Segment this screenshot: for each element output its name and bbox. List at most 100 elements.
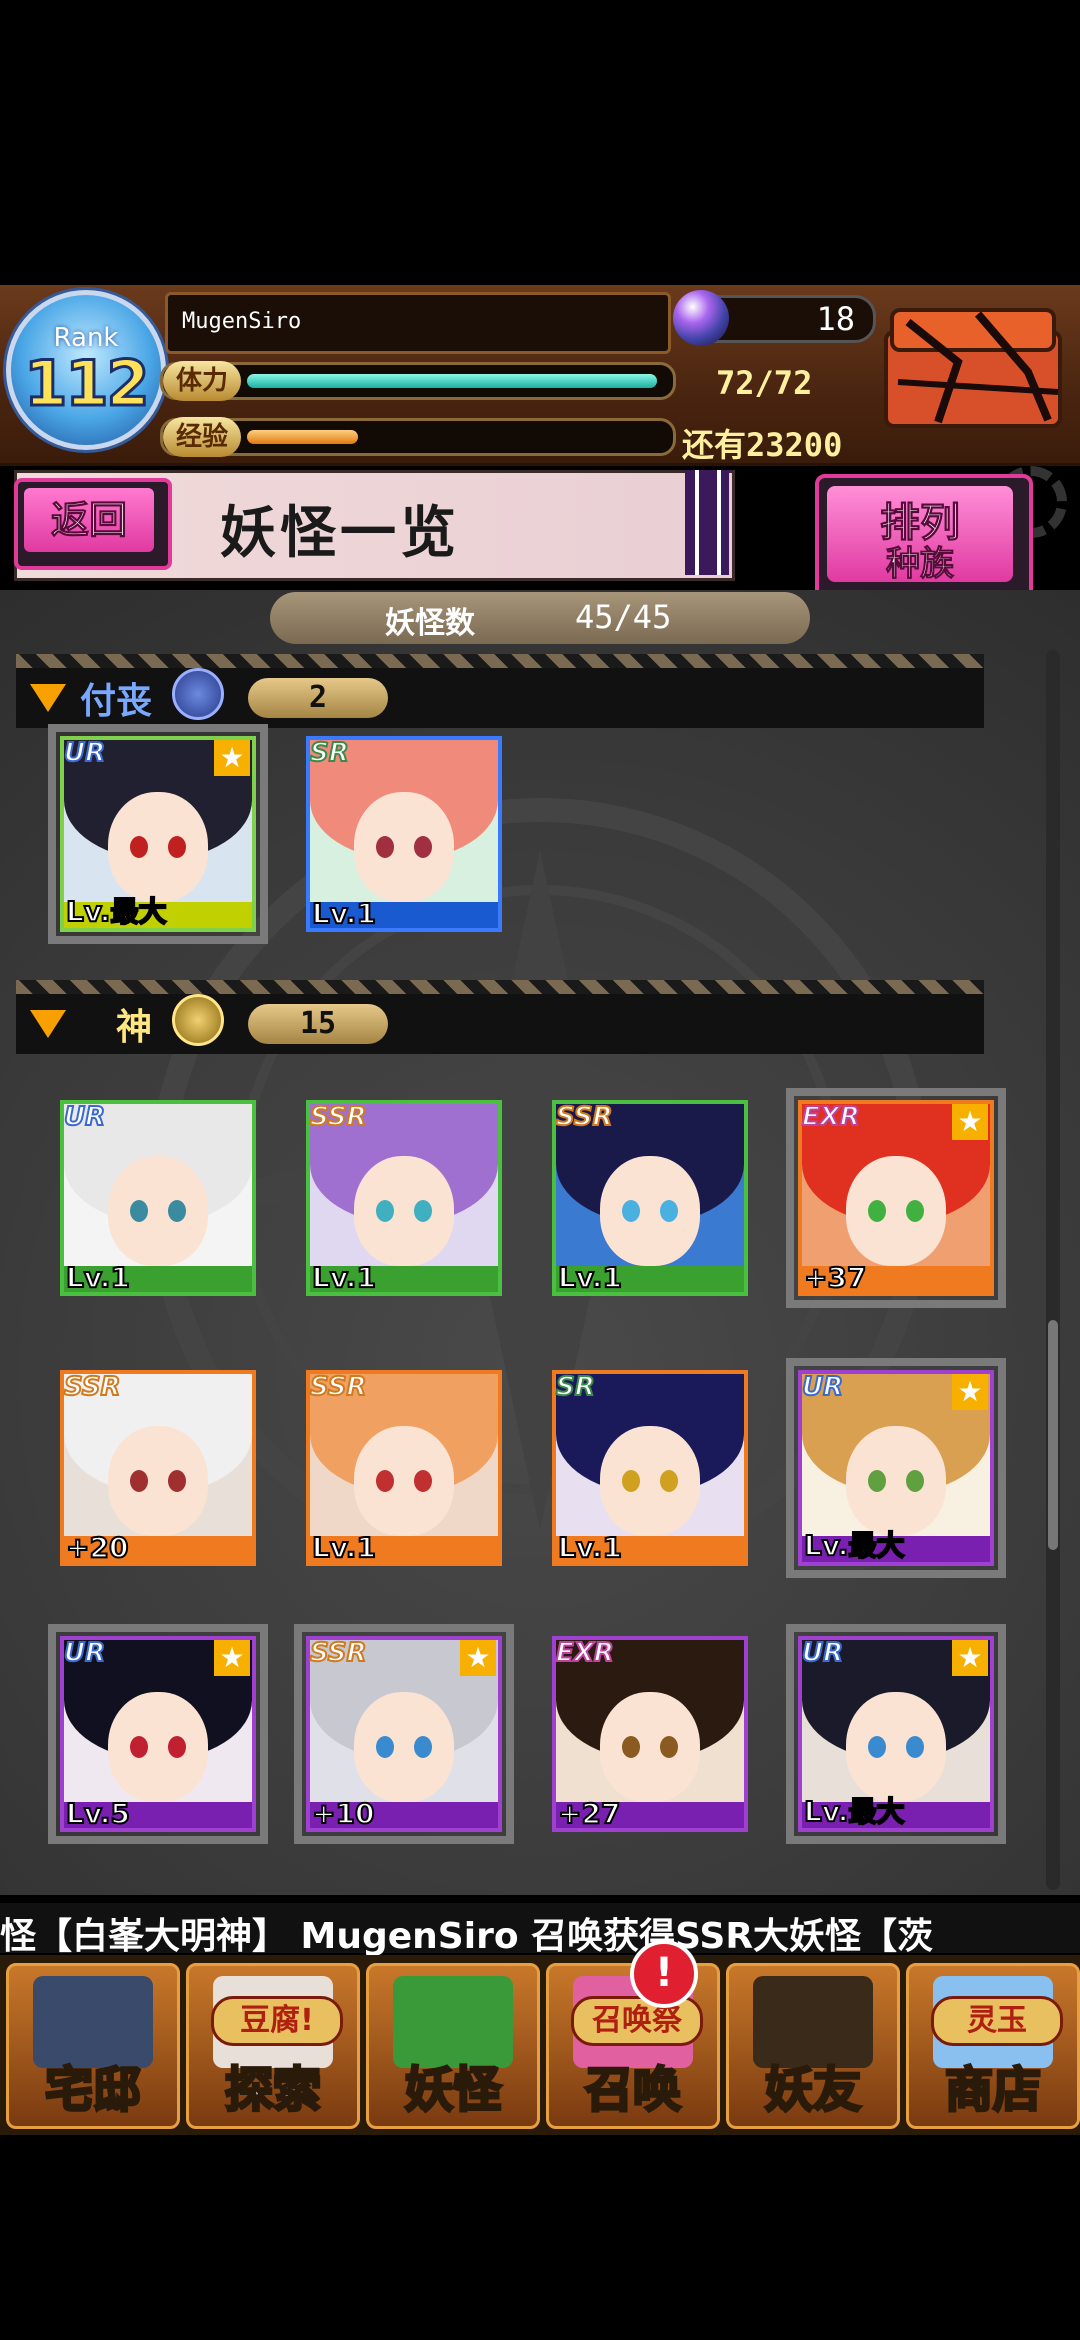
- collapse-arrow-icon[interactable]: [30, 684, 66, 712]
- monster-card[interactable]: UR ★ Lv.最大: [48, 724, 268, 944]
- ticker-text: 怪【白峯大明神】 MugenSiro 召唤获得SSR大妖怪【茨: [0, 1916, 934, 1957]
- star-icon: ★: [214, 1640, 250, 1676]
- monster-level: +37: [803, 1260, 867, 1295]
- stamina-value: 72/72: [716, 364, 813, 402]
- monster-card[interactable]: SSR Lv.1: [306, 1100, 502, 1296]
- monster-level: Lv.5: [65, 1796, 131, 1831]
- gift-box-icon[interactable]: [878, 302, 1068, 432]
- monster-count-bar: 妖怪数 45/45: [270, 592, 810, 644]
- monster-level: Lv.1: [557, 1260, 623, 1295]
- rarity-label: UR: [801, 1637, 844, 1669]
- nav-label: 探索: [223, 2061, 322, 2120]
- nav-friend-button[interactable]: 妖友: [726, 1963, 900, 2129]
- rarity-label: SSR: [309, 1371, 368, 1403]
- summon-alert-badge: !: [630, 1940, 698, 2008]
- player-name: MugenSiro: [182, 309, 302, 334]
- monster-card[interactable]: UR ★ Lv.最大: [786, 1624, 1006, 1844]
- tsukumo-emblem-icon: [172, 668, 224, 720]
- exp-label: 经验: [163, 417, 241, 457]
- stamina-fill: [247, 374, 657, 388]
- rarity-label: UR: [63, 1101, 106, 1133]
- nav-badge: 灵玉: [931, 1996, 1063, 2046]
- rarity-label: SSR: [309, 1637, 368, 1669]
- section-count: 2: [248, 678, 388, 718]
- monster-card[interactable]: SR Lv.1: [306, 736, 502, 932]
- spirit-orb-counter[interactable]: 18: [673, 290, 876, 346]
- sort-button[interactable]: 排列 种族: [815, 474, 1033, 602]
- stamina-bar: 体力: [160, 361, 676, 401]
- nav-badge: 召唤祭: [571, 1996, 703, 2046]
- monster-level: +27: [557, 1796, 621, 1831]
- star-icon: ★: [952, 1104, 988, 1140]
- section-count: 15: [248, 1004, 388, 1044]
- monster-level: +20: [65, 1530, 129, 1565]
- god-emblem-icon: [172, 994, 224, 1046]
- star-icon: ★: [952, 1640, 988, 1676]
- monster-level: Lv.最大: [65, 894, 167, 929]
- nav-house-button[interactable]: 宅邸: [6, 1963, 180, 2129]
- rarity-label: UR: [801, 1371, 844, 1403]
- section-header-tsukumo[interactable]: 付丧 2: [16, 654, 984, 728]
- player-name-box: MugenSiro: [165, 292, 671, 354]
- nav-scroll-button[interactable]: 妖怪: [366, 1963, 540, 2129]
- section-header-god[interactable]: 神 15: [16, 980, 984, 1054]
- scrollbar-thumb[interactable]: [1048, 1320, 1058, 1550]
- rarity-label: SR: [555, 1371, 596, 1403]
- nav-label: 召唤: [583, 2061, 682, 2120]
- monster-card[interactable]: UR ★ Lv.5: [48, 1624, 268, 1844]
- spirit-orb-count: 18: [816, 300, 855, 338]
- star-icon: ★: [952, 1374, 988, 1410]
- monster-card[interactable]: SSR Lv.1: [306, 1370, 502, 1566]
- section-stripe: [16, 980, 984, 994]
- star-icon: ★: [460, 1640, 496, 1676]
- monster-count-value: 45/45: [575, 598, 672, 636]
- monster-level: Lv.1: [311, 896, 377, 931]
- section-name: 付丧: [80, 681, 153, 722]
- monster-level: Lv.1: [311, 1260, 377, 1295]
- rarity-label: EXR: [555, 1637, 615, 1669]
- nav-label: 妖怪: [403, 2061, 502, 2120]
- exp-remaining: 还有23200: [682, 426, 843, 464]
- monster-card[interactable]: EXR +27: [552, 1636, 748, 1832]
- nav-label: 妖友: [763, 2061, 862, 2120]
- rarity-label: UR: [63, 1637, 106, 1669]
- sort-button-face: 排列 种族: [827, 486, 1013, 585]
- back-button[interactable]: 返回: [14, 478, 172, 570]
- rarity-label: EXR: [801, 1101, 861, 1133]
- nav-spirit-orb-button[interactable]: 灵玉商店: [906, 1963, 1080, 2129]
- monster-card[interactable]: SSR ★ +10: [294, 1624, 514, 1844]
- spirit-orb-icon: [673, 290, 729, 346]
- monster-level: Lv.1: [311, 1530, 377, 1565]
- monster-level: Lv.1: [65, 1260, 131, 1295]
- monster-card[interactable]: SSR +20: [60, 1370, 256, 1566]
- sort-mode-label: 种族: [886, 544, 955, 585]
- rank-badge[interactable]: Rank 112: [6, 290, 166, 450]
- monster-level: Lv.1: [557, 1530, 623, 1565]
- rank-value: 112: [23, 346, 151, 422]
- rarity-label: SSR: [309, 1101, 368, 1133]
- monster-card[interactable]: SSR Lv.1: [552, 1100, 748, 1296]
- rarity-label: UR: [63, 737, 106, 769]
- monster-count-label: 妖怪数: [385, 606, 475, 641]
- monster-card[interactable]: SR Lv.1: [552, 1370, 748, 1566]
- monster-card[interactable]: EXR ★ +37: [786, 1088, 1006, 1308]
- star-icon: ★: [214, 740, 250, 776]
- nav-badge: 豆腐!: [211, 1996, 343, 2046]
- nav-label: 商店: [943, 2061, 1042, 2120]
- rarity-label: SSR: [63, 1371, 122, 1403]
- exp-bar: 经验: [160, 417, 676, 457]
- monster-card[interactable]: UR Lv.1: [60, 1100, 256, 1296]
- rarity-label: SSR: [555, 1101, 614, 1133]
- rarity-label: SR: [309, 737, 350, 769]
- stamina-label: 体力: [163, 361, 241, 401]
- back-button-label: 返回: [24, 488, 154, 552]
- news-ticker: 怪【白峯大明神】 MugenSiro 召唤获得SSR大妖怪【茨: [0, 1903, 1080, 1957]
- exp-fill: [247, 430, 358, 444]
- nav-tofu-button[interactable]: 豆腐! 探索: [186, 1963, 360, 2129]
- section-name: 神: [116, 1007, 153, 1048]
- section-stripe: [16, 654, 984, 668]
- monster-card[interactable]: UR ★ Lv.最大: [786, 1358, 1006, 1578]
- collapse-arrow-icon[interactable]: [30, 1010, 66, 1038]
- scrollbar[interactable]: [1046, 650, 1060, 1890]
- page-title: 妖怪一览: [220, 500, 460, 566]
